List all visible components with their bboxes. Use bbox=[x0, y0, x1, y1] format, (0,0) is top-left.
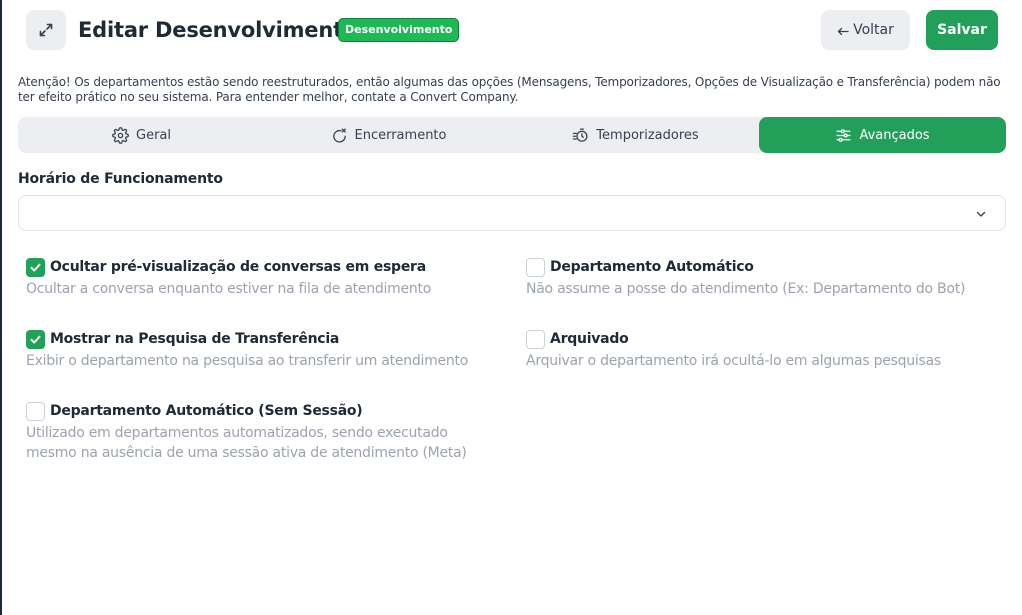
schedule-label: Horário de Funcionamento bbox=[18, 171, 223, 187]
rotate-x-icon bbox=[332, 127, 346, 143]
option-description: Exibir o departamento na pesquisa ao tra… bbox=[26, 353, 469, 369]
timer-icon bbox=[573, 127, 588, 142]
option-label: Departamento Automático (Sem Sessão) bbox=[50, 403, 363, 419]
option-archived: Arquivado Arquivar o departamento irá oc… bbox=[526, 329, 996, 371]
option-description: Não assume a posse do atendimento (Ex: D… bbox=[526, 281, 966, 297]
option-auto-department: Departamento Automático Não assume a pos… bbox=[526, 257, 996, 299]
schedule-select[interactable] bbox=[18, 195, 1006, 231]
tab-encerramento-label: Encerramento bbox=[354, 127, 447, 143]
auto-no-session-checkbox[interactable] bbox=[26, 401, 45, 421]
expand-icon bbox=[39, 23, 53, 37]
page-title: Editar Desenvolvimento bbox=[78, 18, 358, 42]
option-label: Ocultar pré-visualização de conversas em… bbox=[50, 259, 426, 275]
hide-preview-checkbox[interactable] bbox=[26, 257, 45, 277]
status-badge: Desenvolvimento bbox=[338, 18, 460, 42]
option-label: Departamento Automático bbox=[550, 259, 754, 275]
save-button[interactable]: Salvar bbox=[926, 10, 998, 50]
check-icon bbox=[30, 263, 41, 271]
back-button-label: Voltar bbox=[853, 22, 894, 38]
option-label: Mostrar na Pesquisa de Transferência bbox=[50, 331, 340, 347]
option-hide-preview: Ocultar pré-visualização de conversas em… bbox=[26, 257, 496, 299]
tab-temporizadores-label: Temporizadores bbox=[596, 127, 699, 143]
tab-encerramento[interactable]: Encerramento bbox=[265, 117, 512, 153]
option-description: Ocultar a conversa enquanto estiver na f… bbox=[26, 281, 432, 297]
check-icon bbox=[30, 335, 41, 343]
option-description: Utilizado em departamentos automatizados… bbox=[26, 425, 467, 461]
tab-bar: Geral Encerramento Temporizadores Avança… bbox=[18, 117, 1006, 153]
auto-department-checkbox[interactable] bbox=[526, 257, 545, 277]
chevron-down-icon bbox=[976, 211, 986, 217]
restructure-warning: Atenção! Os departamentos estão sendo re… bbox=[18, 75, 1001, 104]
tab-avancados-label: Avançados bbox=[859, 127, 930, 143]
tab-avancados[interactable]: Avançados bbox=[759, 117, 1006, 153]
tab-geral-label: Geral bbox=[136, 127, 171, 143]
archived-checkbox[interactable] bbox=[526, 329, 545, 349]
tab-geral[interactable]: Geral bbox=[18, 117, 265, 153]
option-label: Arquivado bbox=[550, 331, 629, 347]
sliders-icon bbox=[836, 128, 851, 142]
show-in-transfer-checkbox[interactable] bbox=[26, 329, 45, 349]
tab-temporizadores[interactable]: Temporizadores bbox=[512, 117, 759, 153]
arrow-left-icon bbox=[837, 27, 849, 35]
window-edge bbox=[0, 0, 2, 615]
back-button[interactable]: Voltar bbox=[821, 10, 910, 50]
option-show-in-transfer: Mostrar na Pesquisa de Transferência Exi… bbox=[26, 329, 496, 371]
gear-icon bbox=[112, 126, 129, 144]
option-description: Arquivar o departamento irá ocultá-lo em… bbox=[526, 353, 941, 369]
option-auto-department-no-session: Departamento Automático (Sem Sessão) Uti… bbox=[26, 401, 496, 463]
expand-button[interactable] bbox=[26, 10, 66, 50]
